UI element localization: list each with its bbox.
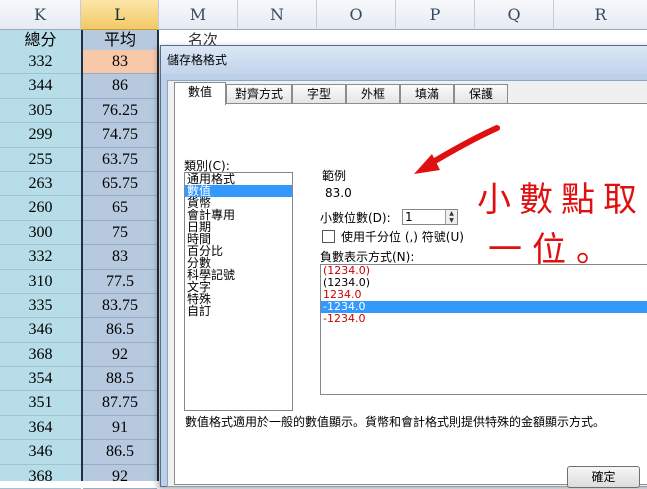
tab-number[interactable]: 數值	[174, 82, 226, 105]
annotation-line-2: 一位。	[488, 230, 620, 270]
annotation-line-1: 小數點取	[477, 180, 645, 220]
